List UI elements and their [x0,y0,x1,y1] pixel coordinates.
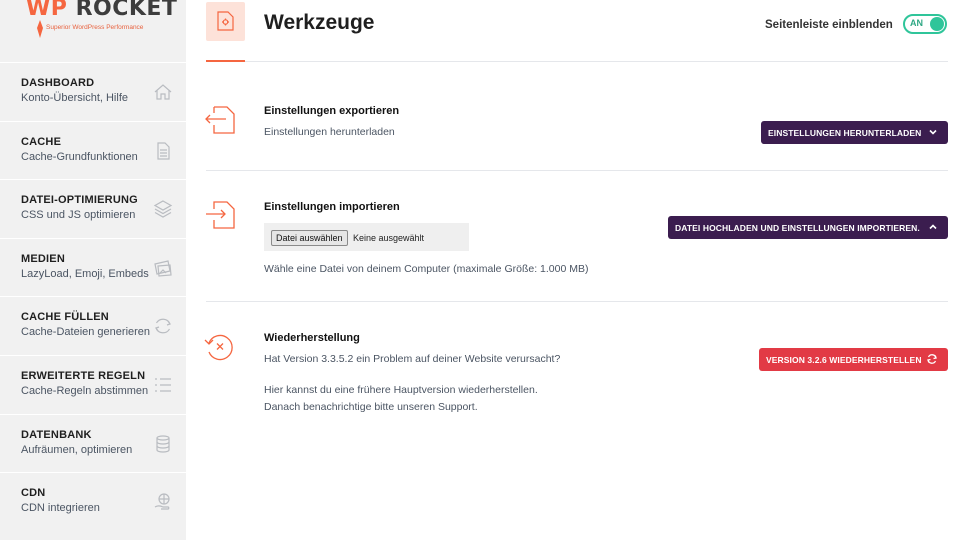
sidebar-item-file-optimization[interactable]: DATEI-OPTIMIERUNG CSS und JS optimieren [0,179,186,238]
download-settings-button[interactable]: EINSTELLUNGEN HERUNTERLADEN [761,121,948,144]
upload-import-label: DATEI HOCHLADEN UND EINSTELLUNGEN IMPORT… [675,222,920,233]
file-status-text: Keine ausgewählt [353,233,425,243]
title-underline [206,60,245,62]
upload-import-button[interactable]: DATEI HOCHLADEN UND EINSTELLUNGEN IMPORT… [668,216,948,239]
sidebar-item-preload[interactable]: CACHE FÜLLEN Cache-Dateien generieren [0,296,186,355]
rocket-flame-icon [37,20,43,38]
rollback-info-line-2: Danach benachrichtige bitte unseren Supp… [264,401,478,413]
sidebar-item-media[interactable]: MEDIEN LazyLoad, Emoji, Embeds [0,237,186,297]
images-icon [152,257,174,279]
tools-document-icon [206,2,245,41]
sidebar: WP ROCKET Superior WordPress Performance… [0,0,186,540]
logo-main: ROCKET [75,0,178,21]
rollback-info-line-1: Hier kannst du eine frühere Hauptversion… [264,384,538,396]
chevron-up-icon [929,224,937,230]
import-hint: Wähle eine Datei von deinem Computer (ma… [264,263,589,275]
toggle-state-text: AN [910,18,923,28]
sidebar-item-advanced-rules[interactable]: ERWEITERTE REGELN Cache-Regeln abstimmen [0,354,186,414]
refresh-icon [152,315,174,337]
sidebar-item-dashboard[interactable]: DASHBOARD Konto-Übersicht, Hilfe [0,62,186,121]
logo-tagline: Superior WordPress Performance [46,24,144,31]
import-title: Einstellungen importieren [264,201,400,213]
rollback-question: Hat Version 3.3.5.2 ein Problem auf dein… [264,353,561,365]
section-divider [206,301,948,302]
sidebar-toggle[interactable]: AN [903,14,947,34]
toggle-knob [930,17,944,31]
sidebar-item-cache[interactable]: CACHE Cache-Grundfunktionen [0,120,186,180]
layers-icon [152,198,174,220]
import-icon [204,198,236,230]
refresh-icon [927,354,937,364]
home-icon [152,81,174,103]
rollback-version-button[interactable]: VERSION 3.2.6 WIEDERHERSTELLEN [759,348,948,371]
wp-rocket-logo[interactable]: WP ROCKET Superior WordPress Performance [0,0,186,62]
document-icon [152,140,174,162]
chevron-down-icon [929,129,937,135]
export-icon [204,103,236,135]
section-divider [206,170,948,171]
header-divider [245,61,948,62]
page-title: Werkzeuge [264,11,375,34]
logo-prefix: WP [26,0,68,21]
export-title: Einstellungen exportieren [264,105,400,117]
database-icon [152,433,174,455]
rollback-icon [204,332,236,364]
file-input: Datei auswählen Keine ausgewählt [264,223,469,251]
download-settings-label: EINSTELLUNGEN HERUNTERLADEN [768,127,922,138]
sidebar-item-cdn[interactable]: CDN CDN integrieren [0,472,186,531]
choose-file-button[interactable]: Datei auswählen [271,230,348,246]
rollback-version-label: VERSION 3.2.6 WIEDERHERSTELLEN [766,354,922,365]
sidebar-item-database[interactable]: DATENBANK Aufräumen, optimieren [0,413,186,473]
export-description: Einstellungen herunterladen [264,126,395,138]
list-icon [152,374,174,396]
globe-hand-icon [152,491,174,513]
wp-rocket-tools-page: WP ROCKET Superior WordPress Performance… [0,0,960,540]
sidebar-toggle-label: Seitenleiste einblenden [765,19,893,31]
rollback-title: Wiederherstellung [264,332,360,344]
